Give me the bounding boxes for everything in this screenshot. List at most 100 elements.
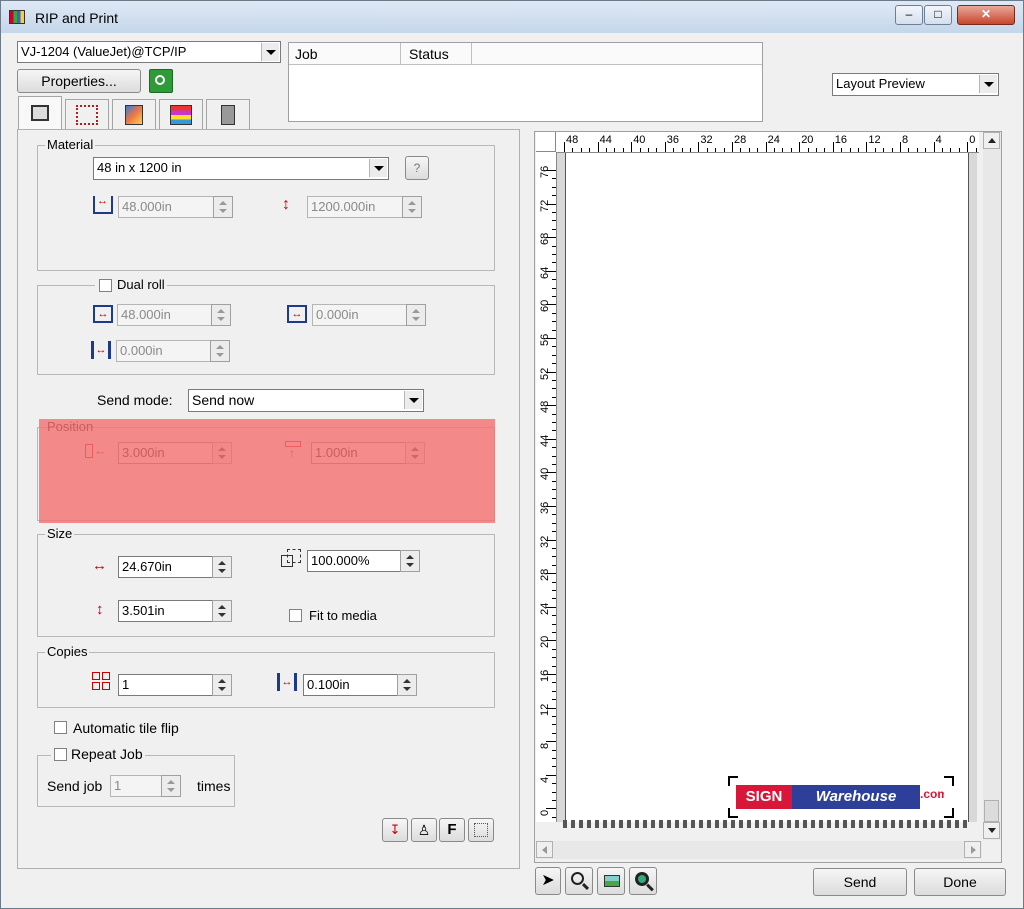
tab-printhead[interactable]: [206, 99, 250, 129]
close-button[interactable]: ✕: [957, 5, 1015, 25]
media-length-stepper[interactable]: [402, 196, 422, 218]
ruler-h-tick: [572, 148, 574, 152]
roll-offset-field[interactable]: 0.000in: [312, 304, 408, 326]
ruler-v-tick: [552, 724, 556, 726]
status-column-header[interactable]: Status: [401, 43, 472, 65]
copies-count-stepper[interactable]: [212, 674, 232, 696]
ruler-v-tick: [552, 632, 556, 633]
position-group: [37, 427, 495, 521]
tab-layout[interactable]: [65, 99, 109, 129]
position-y-field[interactable]: 1.000in: [311, 442, 407, 464]
vertical-scrollbar[interactable]: [983, 132, 1001, 840]
send-mode-select[interactable]: Send now: [188, 389, 424, 412]
tab-job[interactable]: [18, 96, 62, 130]
scroll-left-button[interactable]: [536, 841, 553, 858]
pointer-tool-icon[interactable]: ➤: [535, 867, 561, 895]
ruler-h-tick: [648, 148, 649, 152]
copies-spacing-stepper[interactable]: [397, 674, 417, 696]
scale-field[interactable]: 100.000%: [307, 550, 403, 572]
select-area-icon[interactable]: [468, 818, 494, 842]
scroll-down-button[interactable]: [983, 822, 1000, 839]
ruler-v-tick: [552, 766, 556, 768]
fit-to-media-checkbox[interactable]: [289, 609, 302, 622]
ruler-v-tick: [552, 732, 556, 734]
position-y-stepper[interactable]: [405, 442, 425, 464]
printer-select-value: VJ-1204 (ValueJet)@TCP/IP: [21, 44, 187, 59]
refresh-printer-icon[interactable]: [149, 69, 173, 93]
zoom-in-icon[interactable]: [565, 867, 593, 895]
media-width-stepper[interactable]: [213, 196, 233, 218]
ruler-v-label: 28: [539, 568, 551, 582]
job-column-header[interactable]: Job: [289, 43, 401, 65]
roll-width-stepper[interactable]: [211, 304, 231, 326]
ruler-v-tick: [552, 287, 556, 289]
person-icon[interactable]: ♙: [411, 818, 437, 842]
job-table[interactable]: Job Status: [288, 42, 763, 122]
ruler-v-label: 0: [539, 810, 551, 817]
zoom-fit-icon[interactable]: [629, 867, 657, 895]
properties-button[interactable]: Properties...: [17, 69, 141, 93]
ruler-v-tick: [552, 522, 556, 524]
scale-stepper[interactable]: [400, 550, 420, 572]
scroll-right-button[interactable]: [964, 841, 981, 858]
ruler-h-label: 28: [734, 134, 747, 146]
auto-tile-flip-checkbox[interactable]: [54, 721, 67, 734]
tab-calibration[interactable]: [159, 99, 203, 129]
dual-roll-checkbox[interactable]: [99, 279, 112, 292]
ruler-v-label: 8: [539, 743, 551, 750]
vertical-scroll-thumb[interactable]: [984, 800, 999, 822]
media-help-button[interactable]: ?: [405, 156, 429, 180]
ruler-v-tick: [552, 489, 556, 491]
horizontal-scrollbar[interactable]: [536, 841, 982, 859]
size-height-field[interactable]: 3.501in: [118, 600, 214, 622]
done-button[interactable]: Done: [914, 868, 1006, 896]
send-button[interactable]: Send: [813, 868, 907, 896]
tab-color[interactable]: [112, 99, 156, 129]
media-length-field[interactable]: 1200.000in: [307, 196, 403, 218]
ruler-v-tick: [552, 329, 556, 331]
size-height-stepper[interactable]: [212, 600, 232, 622]
copies-count-field[interactable]: 1: [118, 674, 214, 696]
ruler-v-tick: [552, 296, 556, 297]
ruler-h-tick: [656, 148, 658, 152]
ruler-h-label: 12: [868, 134, 881, 146]
preview-mode-select[interactable]: Layout Preview: [832, 73, 999, 96]
ruler-v-label: 48: [539, 400, 551, 414]
ruler-h-tick: [732, 142, 733, 152]
position-x-stepper[interactable]: [212, 442, 232, 464]
ruler-v-tick: [552, 514, 556, 516]
ruler-v-tick: [546, 270, 556, 272]
maximize-button[interactable]: □: [924, 5, 952, 25]
f-button[interactable]: F: [439, 818, 465, 842]
send-job-count-stepper[interactable]: [161, 775, 181, 797]
ruler-v-tick: [552, 279, 556, 281]
roll-width-field[interactable]: 48.000in: [117, 304, 213, 326]
ruler-h-tick: [942, 148, 943, 152]
job-placement[interactable]: SIGN Warehouse .com: [728, 776, 954, 818]
send-job-count-field[interactable]: 1: [110, 775, 162, 797]
move-to-origin-icon[interactable]: ↧: [382, 818, 408, 842]
roll-gap-field[interactable]: 0.000in: [116, 340, 212, 362]
ruler-v-tick: [552, 749, 556, 751]
ruler-h-tick: [673, 148, 675, 152]
scroll-up-button[interactable]: [983, 132, 1000, 149]
roll-gap-stepper[interactable]: [210, 340, 230, 362]
ruler-h-tick: [631, 142, 633, 152]
size-width-field[interactable]: 24.670in: [118, 556, 214, 578]
roll-offset-stepper[interactable]: [406, 304, 426, 326]
copies-spacing-field[interactable]: 0.100in: [303, 674, 399, 696]
repeat-job-checkbox[interactable]: [54, 748, 67, 761]
position-x-field[interactable]: 3.000in: [118, 442, 214, 464]
minimize-button[interactable]: –: [895, 5, 923, 25]
ruler-v-tick: [546, 606, 556, 608]
media-length-icon: ↕: [282, 196, 290, 213]
media-sheet[interactable]: [565, 153, 969, 822]
printer-select[interactable]: VJ-1204 (ValueJet)@TCP/IP: [17, 41, 281, 63]
ruler-h-tick: [883, 148, 885, 152]
fit-image-icon[interactable]: [597, 867, 625, 895]
ruler-h-tick: [622, 148, 624, 152]
ruler-v-tick: [552, 590, 556, 591]
size-width-stepper[interactable]: [212, 556, 232, 578]
media-size-select[interactable]: 48 in x 1200 in: [93, 157, 389, 180]
media-width-field[interactable]: 48.000in: [118, 196, 214, 218]
